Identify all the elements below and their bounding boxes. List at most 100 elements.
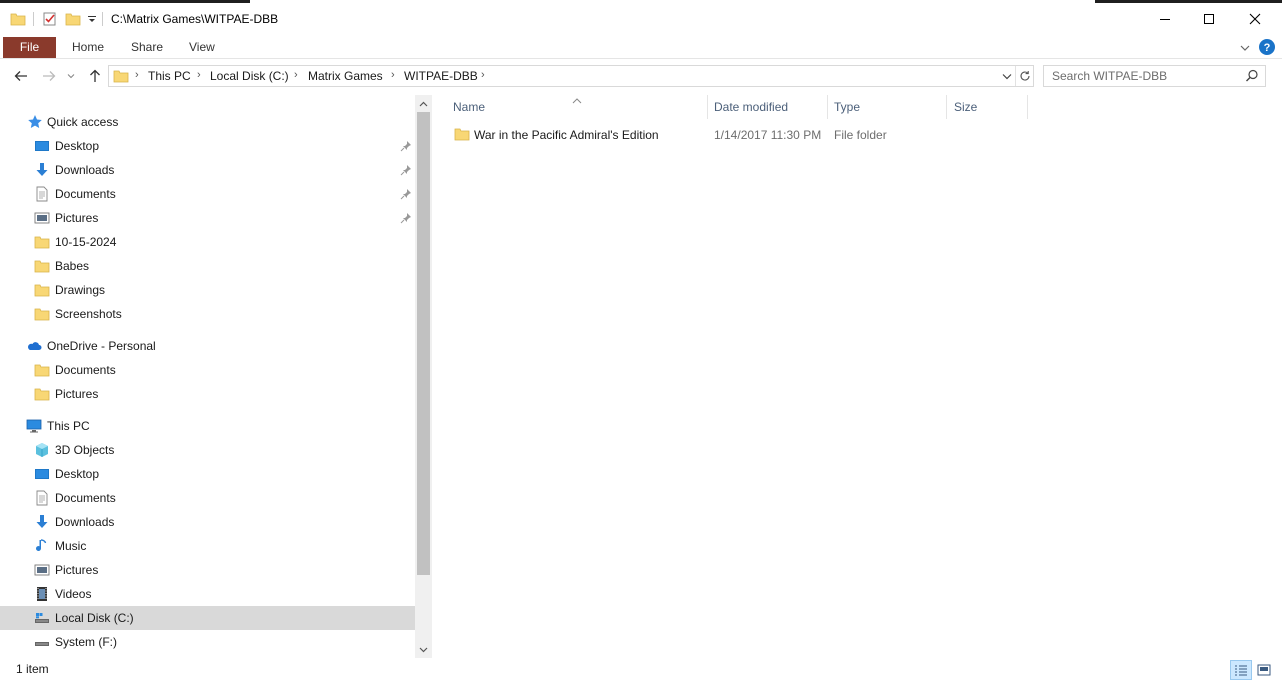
sidebar-item-downloads[interactable]: Downloads	[0, 158, 415, 182]
close-icon	[1249, 13, 1261, 24]
sidebar-item-screenshots[interactable]: Screenshots	[0, 302, 415, 326]
sidebar-item-onedrive-documents[interactable]: Documents	[0, 358, 415, 382]
cube-icon	[34, 442, 50, 458]
desktop-icon	[34, 138, 50, 154]
scroll-up-button[interactable]	[415, 95, 432, 112]
tab-share[interactable]: Share	[119, 37, 175, 58]
chevron-down-icon	[419, 647, 428, 652]
refresh-button[interactable]	[1016, 67, 1034, 85]
chevron-down-icon	[1002, 73, 1012, 79]
sidebar-item-videos[interactable]: Videos	[0, 582, 415, 606]
sidebar-item-label: This PC	[47, 419, 90, 433]
sort-ascending-icon	[572, 93, 582, 104]
scrollbar-thumb[interactable]	[417, 112, 430, 575]
sidebar-item-label: Documents	[55, 491, 116, 505]
sidebar-item-drawings[interactable]: Drawings	[0, 278, 415, 302]
folder-icon	[34, 386, 50, 402]
sidebar-item-pictures[interactable]: Pictures	[0, 206, 415, 230]
minimize-icon	[1160, 18, 1170, 20]
pin-icon[interactable]	[400, 188, 412, 200]
help-icon: ?	[1259, 39, 1275, 55]
download-icon	[34, 514, 50, 530]
folder-icon[interactable]	[10, 11, 26, 27]
forward-button[interactable]	[38, 65, 60, 87]
sidebar-item-label: Screenshots	[55, 307, 122, 321]
sidebar-item-label: Videos	[55, 587, 92, 601]
maximize-button[interactable]	[1186, 0, 1232, 37]
sidebar-item-babes[interactable]: Babes	[0, 254, 415, 278]
customize-quick-access-icon[interactable]	[86, 11, 102, 27]
drive-icon	[34, 634, 50, 650]
svg-text:?: ?	[1264, 42, 1271, 54]
properties-icon[interactable]	[42, 11, 58, 27]
details-view-button[interactable]	[1230, 660, 1252, 680]
sidebar-item-quick-access[interactable]: Quick access	[0, 110, 415, 134]
sidebar-item-3d-objects[interactable]: 3D Objects	[0, 438, 415, 462]
sidebar-item-desktop[interactable]: Desktop	[0, 134, 415, 158]
sidebar-item-pc-downloads[interactable]: Downloads	[0, 510, 415, 534]
breadcrumb-witpae-dbb[interactable]: WITPAE-DBB	[404, 69, 478, 83]
search-input[interactable]	[1044, 66, 1239, 86]
sidebar-item-music[interactable]: Music	[0, 534, 415, 558]
folder-icon	[34, 306, 50, 322]
sidebar-item-onedrive-pictures[interactable]: Pictures	[0, 382, 415, 406]
back-button[interactable]	[10, 65, 32, 87]
sidebar-item-pc-documents[interactable]: Documents	[0, 486, 415, 510]
search-icon[interactable]	[1245, 69, 1259, 83]
scroll-down-button[interactable]	[415, 641, 432, 658]
folder-icon	[454, 126, 470, 142]
column-divider[interactable]	[946, 95, 947, 119]
breadcrumb-separator[interactable]: ›	[294, 69, 298, 81]
file-name: War in the Pacific Admiral's Edition	[474, 128, 659, 142]
column-header-type[interactable]: Type	[834, 95, 860, 119]
sidebar-item-documents[interactable]: Documents	[0, 182, 415, 206]
desktop-icon	[34, 466, 50, 482]
recent-locations-button[interactable]	[64, 65, 78, 87]
sidebar-item-this-pc[interactable]: This PC	[0, 414, 415, 438]
sidebar-item-pc-desktop[interactable]: Desktop	[0, 462, 415, 486]
sidebar-item-label: Pictures	[55, 563, 99, 577]
column-header-date-modified[interactable]: Date modified	[714, 95, 788, 119]
close-button[interactable]	[1232, 0, 1278, 37]
address-history-button[interactable]	[999, 67, 1015, 85]
sidebar-item-local-disk[interactable]: Local Disk (C:)	[0, 606, 415, 630]
tab-home[interactable]: Home	[60, 37, 116, 58]
table-row[interactable]: War in the Pacific Admiral's Edition 1/1…	[448, 123, 1028, 145]
expand-ribbon-button[interactable]	[1237, 40, 1253, 56]
breadcrumb-matrix-games[interactable]: Matrix Games	[308, 69, 383, 83]
breadcrumb-local-disk[interactable]: Local Disk (C:)	[210, 69, 289, 83]
navigation-pane-scrollbar[interactable]	[415, 95, 432, 658]
column-divider[interactable]	[827, 95, 828, 119]
sidebar-item-label: Music	[55, 539, 87, 553]
column-divider[interactable]	[707, 95, 708, 119]
column-header-name[interactable]: Name	[453, 95, 485, 119]
tab-view[interactable]: View	[177, 37, 227, 58]
breadcrumb-this-pc[interactable]: This PC	[148, 69, 191, 83]
help-button[interactable]: ?	[1258, 38, 1276, 56]
sidebar-item-label: 10-15-2024	[55, 235, 117, 249]
address-bar[interactable]: › This PC › Local Disk (C:) › Matrix Gam…	[108, 65, 1034, 87]
breadcrumb-separator[interactable]: ›	[197, 69, 201, 81]
column-divider[interactable]	[1027, 95, 1028, 119]
sidebar-item-pc-pictures[interactable]: Pictures	[0, 558, 415, 582]
pin-icon[interactable]	[400, 164, 412, 176]
search-box[interactable]	[1043, 65, 1266, 87]
column-header-size[interactable]: Size	[954, 95, 977, 119]
sidebar-item-10-15-2024[interactable]: 10-15-2024	[0, 230, 415, 254]
file-type: File folder	[834, 128, 887, 142]
breadcrumb-separator[interactable]: ›	[391, 69, 395, 81]
sidebar-item-onedrive[interactable]: OneDrive - Personal	[0, 334, 415, 358]
large-icons-view-button[interactable]	[1253, 660, 1275, 680]
tab-file[interactable]: File	[3, 37, 56, 58]
sidebar-item-label: Downloads	[55, 515, 115, 529]
pin-icon[interactable]	[400, 140, 412, 152]
sidebar-item-label: OneDrive - Personal	[47, 339, 156, 353]
new-folder-icon[interactable]	[65, 11, 81, 27]
minimize-button[interactable]	[1142, 0, 1188, 37]
pin-icon[interactable]	[400, 212, 412, 224]
breadcrumb-separator[interactable]: ›	[481, 69, 485, 81]
sidebar-item-system-drive[interactable]: System (F:)	[0, 630, 415, 654]
up-button[interactable]	[84, 65, 106, 87]
music-note-icon	[34, 538, 50, 554]
breadcrumb-separator[interactable]: ›	[135, 69, 139, 81]
